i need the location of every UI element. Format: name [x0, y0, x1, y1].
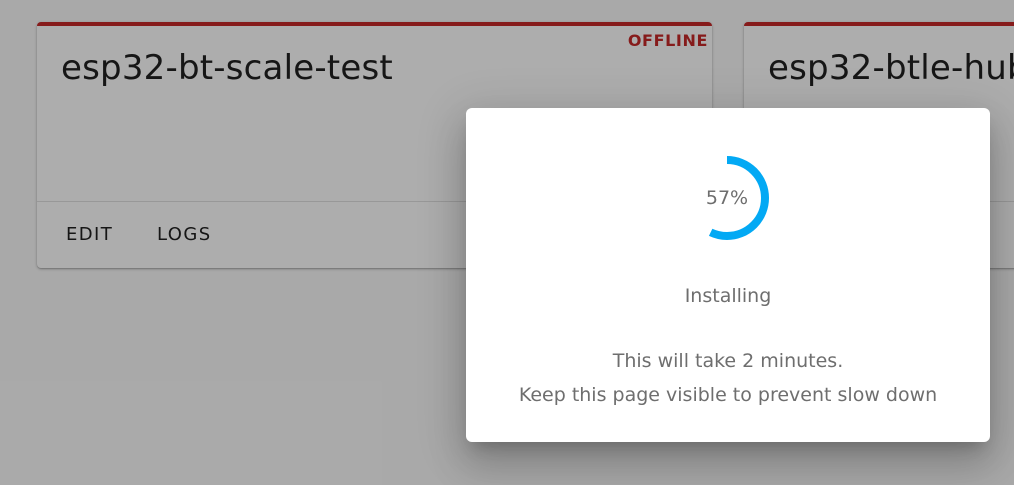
install-status: Installing	[684, 285, 772, 307]
keep-visible-message: Keep this page visible to prevent slow d…	[518, 384, 938, 406]
install-duration-message: This will take 2 minutes.	[612, 350, 844, 372]
dashboard-page: esp32-bt-scale-test OFFLINE EDIT LOGS es…	[0, 0, 1014, 485]
progress-percent: 57%	[705, 187, 749, 209]
progress-ring: 57%	[671, 142, 783, 254]
install-dialog: 57% Installing This will take 2 minutes.…	[466, 108, 990, 442]
